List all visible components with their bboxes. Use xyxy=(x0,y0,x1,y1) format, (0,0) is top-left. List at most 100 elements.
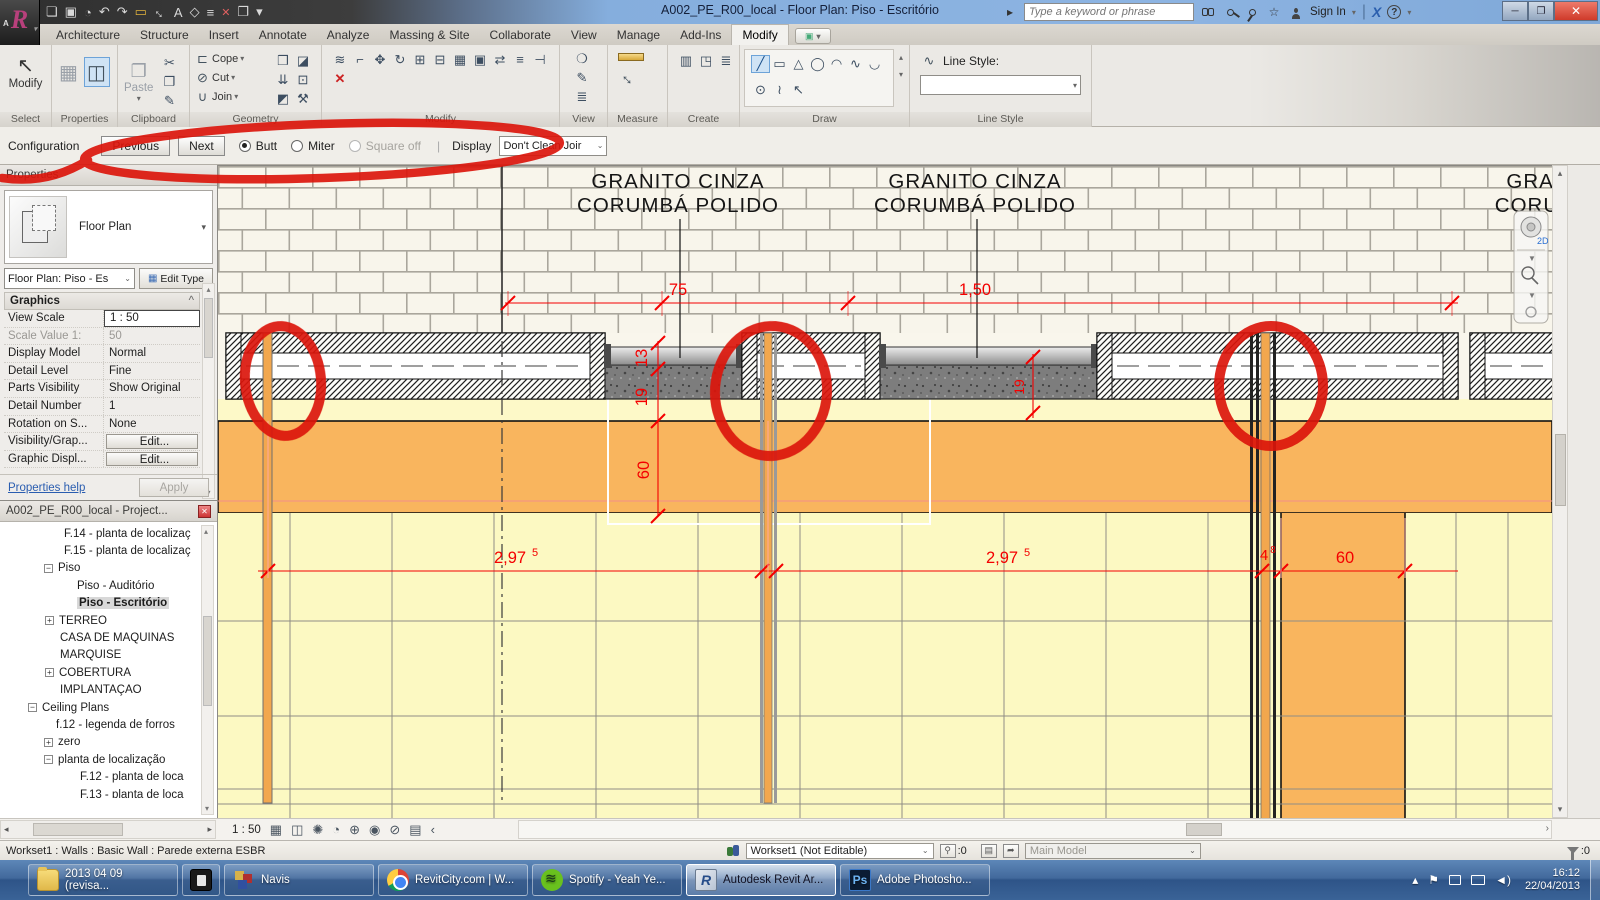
tree-item[interactable]: +zero xyxy=(0,734,217,751)
qat-icon[interactable]: ▣ xyxy=(65,4,77,20)
qat-icon[interactable]: ≡ xyxy=(207,5,215,20)
project-browser-scrollbar[interactable]: ▴ ▾ xyxy=(201,525,214,815)
qat-icon[interactable]: ❐ xyxy=(237,4,249,20)
caret-down-icon[interactable]: ▼ xyxy=(1528,291,1536,300)
sign-in-caret-icon[interactable]: ▾ xyxy=(1352,8,1356,17)
draw-tool-icon[interactable]: ◯ xyxy=(808,55,827,73)
radio-miter-label[interactable]: Miter xyxy=(308,139,335,153)
next-button[interactable]: Next xyxy=(178,136,225,156)
tab-collaborate[interactable]: Collaborate xyxy=(480,25,561,45)
search-icon[interactable] xyxy=(1200,4,1216,20)
draw-tool-icon[interactable]: ▭ xyxy=(770,55,789,73)
scroll-up-icon[interactable]: ▴ xyxy=(899,53,903,62)
geometry-icon[interactable]: ⚒ xyxy=(293,89,313,108)
application-menu-button[interactable]: R ▾ A xyxy=(0,0,40,45)
view-control-icon[interactable]: ⊕ xyxy=(349,822,360,838)
scrollbar-thumb[interactable] xyxy=(203,616,212,706)
view-control-icon[interactable]: ‹ xyxy=(431,822,435,838)
panel-properties-label[interactable]: Properties xyxy=(52,112,117,127)
design-option-select[interactable]: Main Model ⌄ xyxy=(1025,843,1201,859)
modify-tool-icon[interactable]: ▣ xyxy=(470,50,490,69)
modal-tab-indicator[interactable]: ▣▾ xyxy=(795,28,831,44)
draw-tool-icon[interactable]: ≀ xyxy=(770,81,789,99)
caret-down-icon[interactable]: ▼ xyxy=(1528,254,1536,263)
granito-label[interactable]: CORUMBÁ POLIDO xyxy=(874,194,1076,217)
draw-tool-icon[interactable]: △ xyxy=(789,55,808,73)
tree-item-label[interactable]: planta de localização xyxy=(58,754,165,766)
granito-joint[interactable] xyxy=(604,344,743,399)
qat-icon[interactable]: ↶ xyxy=(99,4,110,20)
wall-segment[interactable] xyxy=(1470,333,1552,399)
panel-select-label[interactable]: Select xyxy=(0,112,51,127)
scroll-down-icon[interactable]: ▾ xyxy=(899,70,903,79)
property-row[interactable]: Scale Value 1: 50 xyxy=(4,328,200,346)
clipboard-icon[interactable]: ✂ xyxy=(159,53,179,72)
collapse-icon[interactable]: − xyxy=(28,703,37,712)
favorites-star-icon[interactable]: ☆ xyxy=(1266,4,1282,20)
tree-item[interactable]: F.12 - planta de loca xyxy=(0,768,217,785)
scrollbar-thumb[interactable] xyxy=(33,823,123,836)
tree-item[interactable]: f.12 - legenda de forros xyxy=(0,716,217,733)
taskbar-item-photoshop[interactable]: Ps Adobe Photosho... xyxy=(840,864,990,896)
project-browser-title-bar[interactable]: A002_PE_R00_local - Project... ✕ xyxy=(0,501,217,522)
communication-icon[interactable] xyxy=(1244,4,1260,20)
minimize-button[interactable]: ─ xyxy=(1502,1,1528,21)
collapse-icon[interactable]: − xyxy=(44,755,53,764)
tree-item-label[interactable]: F.12 - planta de loca xyxy=(80,771,184,783)
property-row[interactable]: Graphic Displ... Edit... xyxy=(4,451,200,469)
properties-palette-icon[interactable]: ◫ xyxy=(84,57,110,87)
key-icon[interactable] xyxy=(1222,4,1238,20)
tab-structure[interactable]: Structure xyxy=(130,25,199,45)
editable-only-icon[interactable]: ⚲ xyxy=(940,844,956,858)
expand-icon[interactable]: + xyxy=(45,668,54,677)
tab-insert[interactable]: Insert xyxy=(199,25,249,45)
previous-button[interactable]: Previous xyxy=(101,136,170,156)
tree-item[interactable]: Piso - Auditório xyxy=(0,577,217,594)
granito-label[interactable]: GRANITO CINZA xyxy=(888,170,1061,193)
help-icon[interactable]: ? xyxy=(1387,5,1401,19)
draw-tool-icon[interactable]: ◡ xyxy=(865,55,884,73)
property-row[interactable]: Rotation on S... None xyxy=(4,416,200,434)
tree-item-label[interactable]: F.14 - planta de localizaç xyxy=(64,528,191,540)
measure-aligned-icon[interactable]: ↔ xyxy=(615,66,642,93)
scroll-left-icon[interactable]: ◂ xyxy=(4,824,9,835)
edit-button[interactable]: Edit... xyxy=(106,452,198,467)
drawing-canvas[interactable]: GRANITO CINZA CORUMBÁ POLIDO GRANITO CIN… xyxy=(218,166,1552,819)
properties-help-link[interactable]: Properties help xyxy=(8,482,85,494)
browser-horizontal-scrollbar[interactable]: ◂ ▸ xyxy=(0,820,216,839)
tree-item-label[interactable]: F.15 - planta de localizaç xyxy=(64,545,191,557)
apply-button[interactable]: Apply xyxy=(139,478,209,497)
scroll-right-icon[interactable]: ▸ xyxy=(207,824,212,835)
tree-item[interactable]: −planta de localização xyxy=(0,751,217,768)
panel-measure-label[interactable]: Measure xyxy=(608,112,667,127)
property-row[interactable]: Visibility/Grap... Edit... xyxy=(4,433,200,451)
tree-item-label[interactable]: zero xyxy=(58,736,80,748)
dim-60-bottom[interactable]: 60 xyxy=(1336,549,1354,567)
clipboard-icon[interactable]: ❐ xyxy=(159,72,179,91)
filter-icon[interactable] xyxy=(1567,847,1579,854)
qat-icon[interactable]: ↔ xyxy=(151,2,171,22)
tree-item[interactable]: −Ceiling Plans xyxy=(0,699,217,716)
panel-geometry-label[interactable]: Geometry xyxy=(190,112,321,127)
panel-modify-label[interactable]: Modify xyxy=(322,112,559,127)
close-icon[interactable]: ✕ xyxy=(198,505,211,518)
modify-tool-icon[interactable]: ✕ xyxy=(330,69,350,88)
modify-tool-icon[interactable]: ⌐ xyxy=(350,50,370,69)
create-tool-icon[interactable]: ▥ xyxy=(676,51,696,70)
tree-item-label[interactable]: Piso xyxy=(58,562,80,574)
taskbar-item-app[interactable] xyxy=(182,864,220,896)
vertical-scrollbar[interactable]: ▴ ▾ xyxy=(1552,165,1568,818)
sign-in-link[interactable]: Sign In xyxy=(1310,6,1346,18)
tab-manage[interactable]: Manage xyxy=(607,25,670,45)
draw-tool-icon[interactable]: ╱ xyxy=(751,55,770,73)
modify-tool-icon[interactable]: ⊟ xyxy=(430,50,450,69)
tree-item-label[interactable]: F.13 - planta de loca xyxy=(80,789,184,798)
dim-297-left-sup[interactable]: 5 xyxy=(532,547,538,559)
restore-button[interactable]: ❐ xyxy=(1528,1,1554,21)
radio-butt[interactable] xyxy=(239,140,251,152)
view-control-icon[interactable]: ⊘ xyxy=(389,822,400,838)
tab-analyze[interactable]: Analyze xyxy=(317,25,380,45)
action-center-icon[interactable]: ⚑ xyxy=(1428,873,1439,887)
workset-select[interactable]: Workset1 (Not Editable) ⌄ xyxy=(746,843,934,859)
scroll-up-icon[interactable]: ▴ xyxy=(204,527,208,536)
